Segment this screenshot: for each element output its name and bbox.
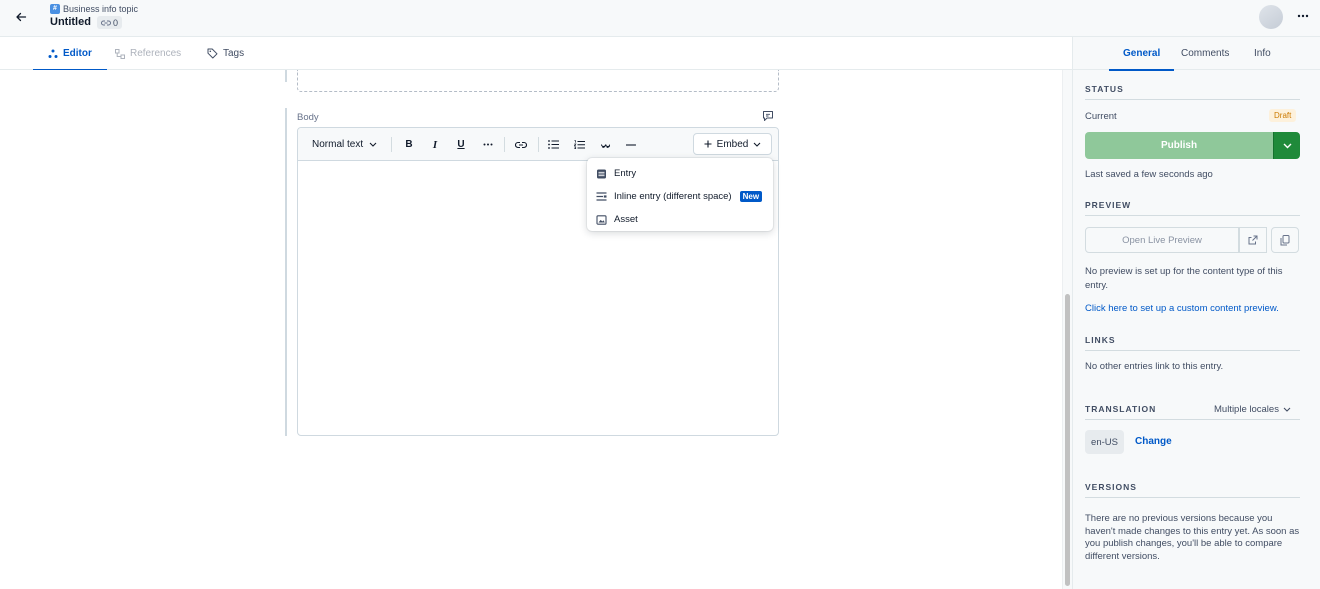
sidebar-tab-info[interactable]: Info [1254, 37, 1271, 70]
chevron-down-icon [753, 142, 761, 147]
chevron-down-icon [1283, 143, 1291, 148]
previous-field-box[interactable] [297, 70, 779, 92]
content-type-icon: # [50, 4, 60, 14]
chevron-down-icon [369, 142, 377, 147]
sidebar-tab-general[interactable]: General [1108, 37, 1175, 71]
tab-editor-label: Editor [63, 48, 92, 59]
underline-button[interactable]: U [456, 136, 466, 153]
horizontal-rule-icon[interactable] [625, 136, 637, 153]
toolbar-divider [504, 137, 505, 152]
setup-preview-link[interactable]: Click here to set up a custom content pr… [1085, 303, 1279, 314]
preview-heading: PREVIEW [1085, 200, 1300, 216]
scrollbar-thumb[interactable] [1065, 294, 1070, 586]
bold-button[interactable]: B [404, 136, 414, 153]
text-style-label: Normal text [312, 139, 364, 150]
tag-icon [207, 48, 218, 59]
quote-icon[interactable] [600, 136, 610, 153]
sidebar-tabs: General Comments Info [1073, 37, 1320, 71]
field-rule-body [285, 108, 287, 436]
hyperlink-icon[interactable] [514, 136, 528, 153]
tab-tags[interactable]: Tags [207, 37, 244, 70]
menu-item-inline-entry[interactable]: Inline entry (different space) New [587, 185, 773, 208]
toolbar-divider [391, 137, 392, 152]
back-arrow-icon[interactable] [12, 8, 30, 26]
locale-pill: en-US [1085, 430, 1124, 454]
external-link-icon[interactable] [1239, 227, 1267, 253]
editor-tabs: Editor References Tags [0, 37, 1072, 71]
menu-item-entry-label: Entry [614, 168, 637, 179]
bulleted-list-icon[interactable] [547, 136, 559, 153]
numbered-list-icon[interactable] [573, 136, 585, 153]
publish-options-button[interactable] [1273, 132, 1300, 159]
italic-button[interactable]: I [430, 136, 440, 153]
links-heading: LINKS [1085, 335, 1300, 351]
tab-references[interactable]: References [115, 37, 181, 70]
toolbar-divider [538, 137, 539, 152]
comment-icon[interactable] [762, 110, 774, 122]
inline-entry-icon [596, 192, 607, 201]
embed-button[interactable]: Embed [693, 133, 772, 155]
rich-text-toolbar: Normal text B I U Embed [298, 128, 778, 161]
plus-icon [704, 140, 712, 148]
content-type-label: # Business info topic [50, 4, 138, 14]
publish-button[interactable]: Publish [1085, 132, 1273, 159]
editor-icon [48, 49, 58, 58]
status-badge: Draft [1269, 109, 1297, 122]
embed-button-label: Embed [716, 138, 749, 150]
asset-icon [596, 214, 607, 225]
open-live-preview-button[interactable]: Open Live Preview [1085, 227, 1239, 253]
change-locale-link[interactable]: Change [1135, 436, 1172, 447]
links-text: No other entries link to this entry. [1085, 361, 1224, 372]
locale-mode-label: Multiple locales [1214, 404, 1279, 415]
references-icon [115, 48, 125, 59]
tab-editor[interactable]: Editor [33, 37, 107, 71]
field-rule-previous [285, 70, 287, 82]
embed-menu: Entry Inline entry (different space) New… [587, 158, 773, 231]
chevron-down-icon [1283, 407, 1291, 412]
menu-item-entry[interactable]: Entry [587, 162, 773, 185]
links-badge[interactable]: 0 [97, 16, 123, 29]
sidebar-tab-comments[interactable]: Comments [1181, 37, 1229, 70]
copy-icon[interactable] [1271, 227, 1299, 253]
entry-title: Untitled [50, 16, 91, 28]
status-heading: STATUS [1085, 84, 1300, 100]
editor-scrollbar[interactable] [1062, 70, 1072, 589]
top-header: # Business info topic Untitled 0 [0, 0, 1320, 37]
menu-item-inline-entry-label: Inline entry (different space) [614, 191, 732, 202]
avatar[interactable] [1259, 5, 1283, 29]
preview-note: No preview is set up for the content typ… [1085, 266, 1283, 291]
versions-text: There are no previous versions because y… [1085, 513, 1300, 562]
text-style-dropdown[interactable]: Normal text [312, 136, 377, 153]
editor-area: Body Normal text B I U Embed Entry Inlin… [0, 70, 1062, 589]
content-type-name: Business info topic [63, 4, 139, 14]
tab-tags-label: Tags [223, 48, 245, 59]
links-count: 0 [113, 17, 119, 28]
menu-item-asset-label: Asset [614, 214, 638, 225]
tab-references-label: References [130, 48, 182, 59]
body-field-label: Body [297, 112, 319, 123]
menu-item-asset[interactable]: Asset [587, 208, 773, 231]
link-icon [101, 20, 111, 25]
more-formatting-icon[interactable] [482, 136, 494, 153]
entry-icon [597, 169, 606, 178]
new-badge: New [739, 191, 763, 202]
more-options-icon[interactable] [1296, 9, 1310, 23]
locale-mode-dropdown[interactable]: Multiple locales [1214, 404, 1291, 415]
entry-sidebar: General Comments Info STATUS Current Dra… [1072, 37, 1320, 589]
versions-heading: VERSIONS [1085, 482, 1300, 498]
last-saved-text: Last saved a few seconds ago [1085, 169, 1213, 180]
